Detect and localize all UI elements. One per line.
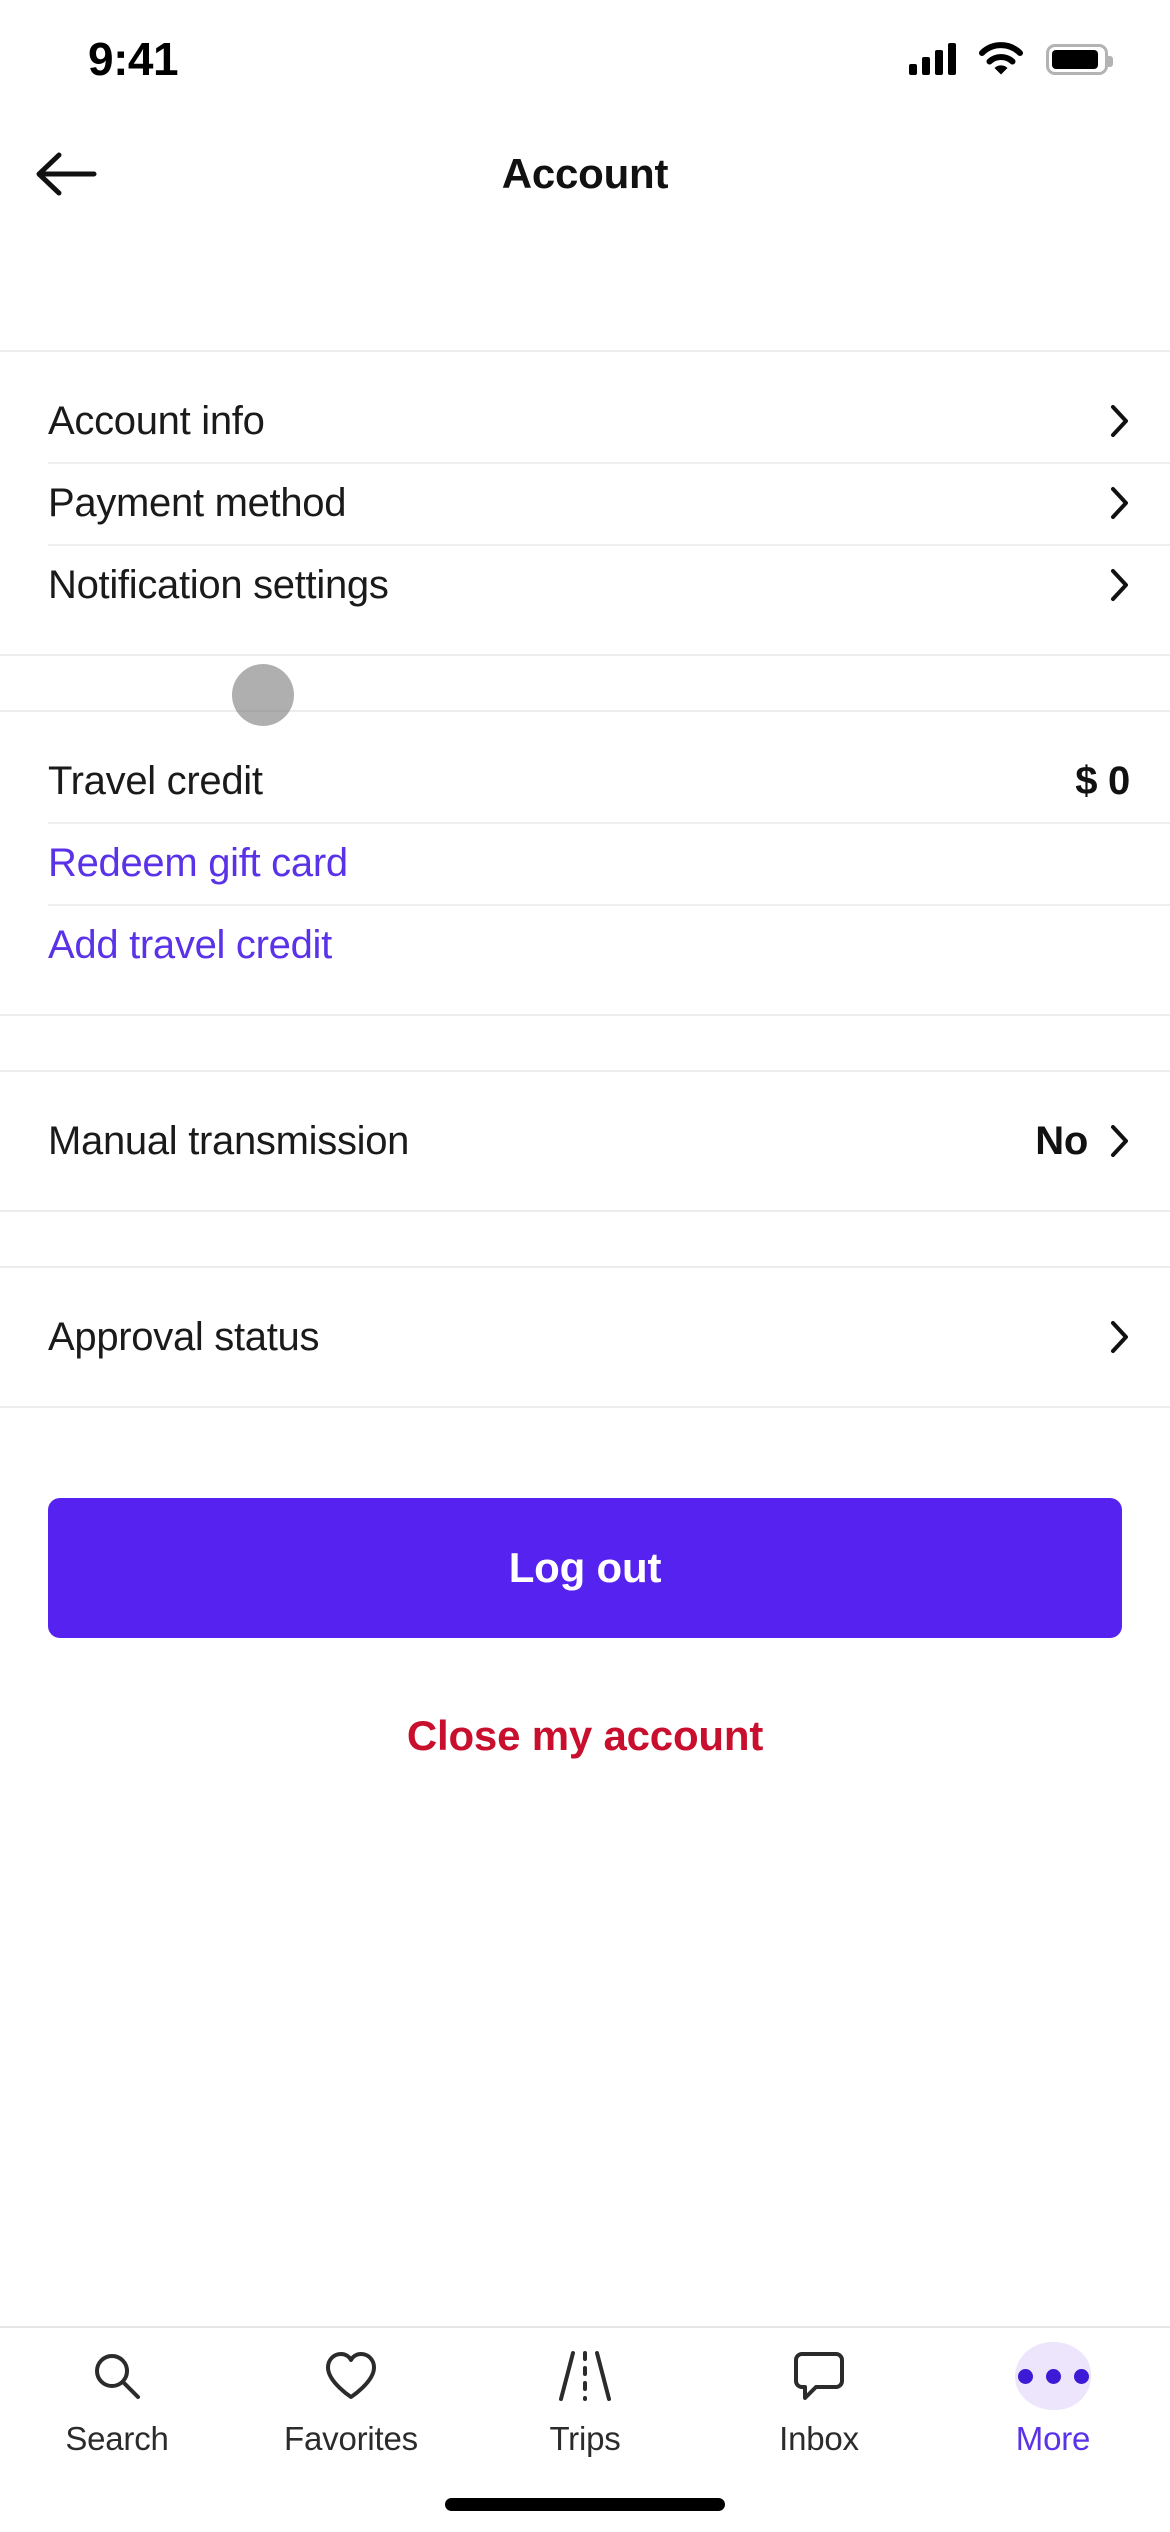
tab-search[interactable]: Search [0,2346,234,2458]
row-accessory [1110,486,1130,520]
chevron-right-icon [1111,487,1128,519]
row-accessory: No [1035,1119,1130,1164]
app-screen: 9:41 Account Account info Payment method… [0,0,1170,2532]
row-payment-method[interactable]: Payment method [0,462,1170,544]
section-gap [0,1212,1170,1266]
row-accessory [1110,1320,1130,1354]
navigation-bar: Account [0,118,1170,230]
road-icon [557,2346,613,2406]
tab-label: Trips [549,2420,621,2457]
tab-more[interactable]: More [936,2342,1170,2458]
row-redeem-gift-card[interactable]: Redeem gift card [0,822,1170,904]
wifi-icon [979,42,1023,75]
row-approval-status[interactable]: Approval status [0,1296,1170,1378]
section-approval: Approval status [0,1266,1170,1408]
tab-trips[interactable]: Trips [468,2346,702,2458]
row-accessory [1110,568,1130,602]
row-label: Notification settings [48,563,389,607]
tab-label: Favorites [284,2420,418,2457]
more-dots [1017,2368,1089,2384]
row-travel-credit: Travel credit $ 0 [0,740,1170,822]
status-bar-time: 9:41 [88,33,179,85]
home-indicator[interactable] [445,2497,725,2511]
status-bar: 9:41 [0,0,1170,118]
battery-icon [1046,43,1113,75]
row-add-travel-credit[interactable]: Add travel credit [0,904,1170,986]
back-arrow-icon [36,152,97,196]
section-preferences: Manual transmission No [0,1070,1170,1212]
page-title: Account [501,150,669,197]
tab-label: Inbox [779,2420,859,2457]
row-label: Manual transmission [48,1119,410,1163]
travel-credit-amount: $ 0 [1075,758,1130,803]
row-label: Account info [48,399,265,443]
section-travel-credit: Travel credit $ 0 Redeem gift card Add t… [0,710,1170,1016]
tab-inbox[interactable]: Inbox [702,2346,936,2458]
row-label: Redeem gift card [48,841,348,885]
manual-transmission-value: No [1035,1118,1088,1163]
row-label: Approval status [48,1315,320,1359]
row-manual-transmission[interactable]: Manual transmission No [0,1100,1170,1182]
chevron-right-icon [1111,569,1128,601]
logout-button[interactable]: Log out [48,1498,1122,1638]
row-accessory [1110,404,1130,438]
ellipsis-icon [1015,2342,1091,2410]
section-gap [0,656,1170,710]
settings-content: Account info Payment method Notification… [0,230,1170,2326]
tab-favorites[interactable]: Favorites [234,2346,468,2458]
heart-icon [323,2346,379,2406]
search-icon [91,2346,143,2406]
tab-label: Search [65,2420,169,2457]
chat-bubble-icon [792,2346,846,2406]
content-top-spacer [0,230,1170,350]
chevron-right-icon [1111,405,1128,437]
section-account-settings: Account info Payment method Notification… [0,350,1170,656]
row-label: Travel credit [48,759,263,803]
back-button[interactable] [28,136,104,212]
row-label: Add travel credit [48,923,332,967]
row-notification-settings[interactable]: Notification settings [0,544,1170,626]
home-indicator-area [0,2476,1170,2532]
tab-label: More [1015,2420,1091,2457]
row-account-info[interactable]: Account info [0,380,1170,462]
cellular-signal-icon [909,43,956,75]
status-bar-indicators [909,42,1113,76]
account-actions: Log out Close my account [0,1408,1170,1790]
section-gap [0,1016,1170,1070]
chevron-right-icon [1111,1125,1128,1157]
chevron-right-icon [1111,1321,1128,1353]
row-label: Payment method [48,481,347,525]
close-account-button[interactable]: Close my account [48,1682,1122,1790]
bottom-tab-bar: Search Favorites Trips Inbox More [0,2326,1170,2476]
